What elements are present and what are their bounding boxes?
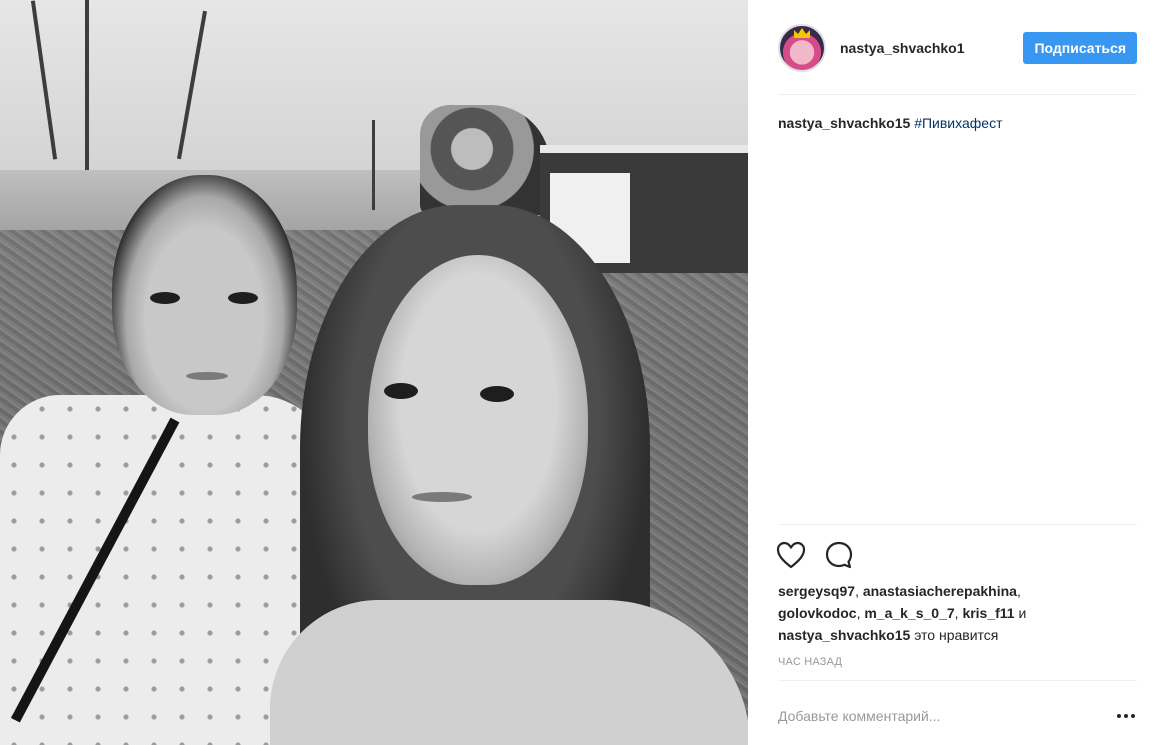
follow-button[interactable]: Подписаться bbox=[1023, 32, 1137, 64]
comment-divider bbox=[778, 680, 1137, 681]
photo-eye bbox=[150, 292, 180, 304]
caption-author[interactable]: nastya_shvachko15 bbox=[778, 115, 910, 131]
actions-divider bbox=[778, 524, 1137, 525]
liker-name[interactable]: golovkodoc bbox=[778, 605, 857, 621]
photo-inflatable-slide bbox=[420, 105, 550, 215]
photo-utility-pole bbox=[372, 120, 375, 210]
likes-separator: , bbox=[856, 605, 861, 621]
post-photo[interactable] bbox=[0, 0, 748, 745]
photo-eye bbox=[384, 383, 418, 399]
heart-icon[interactable] bbox=[776, 541, 806, 569]
likes-separator: , bbox=[855, 583, 859, 599]
likes-text: sergeysq97, anastasiacherepakhina, golov… bbox=[778, 580, 1137, 646]
avatar[interactable] bbox=[778, 24, 826, 72]
post-caption: nastya_shvachko15 #Пивихафест bbox=[778, 114, 1137, 132]
photo-ride-pole bbox=[85, 0, 89, 170]
photo-mouth bbox=[186, 372, 228, 380]
liker-name[interactable]: anastasiacherepakhina bbox=[863, 583, 1017, 599]
comment-input[interactable] bbox=[778, 708, 1115, 724]
author-username[interactable]: nastya_shvachko1 bbox=[840, 40, 1023, 56]
photo-eye bbox=[480, 386, 514, 402]
liker-name[interactable]: m_a_k_s_0_7 bbox=[864, 605, 954, 621]
photo-mouth bbox=[412, 492, 472, 502]
post-actions bbox=[776, 538, 854, 572]
post-timestamp[interactable]: Час назад bbox=[778, 656, 842, 668]
comment-icon[interactable] bbox=[824, 540, 854, 570]
photo-person-right-shoulder bbox=[270, 600, 748, 745]
comment-box bbox=[778, 696, 1137, 736]
post-header: nastya_shvachko1 Подписаться bbox=[778, 18, 1137, 95]
liker-name[interactable]: kris_f11 bbox=[962, 605, 1014, 621]
liker-name[interactable]: sergeysq97 bbox=[778, 583, 855, 599]
liker-name[interactable]: nastya_shvachko15 bbox=[778, 627, 910, 643]
more-icon[interactable] bbox=[1115, 705, 1137, 727]
likes-separator: , bbox=[1016, 583, 1021, 599]
likes-separator: , bbox=[954, 605, 959, 621]
likes-suffix: это нравится bbox=[914, 627, 999, 643]
post-side-panel: nastya_shvachko1 Подписаться nastya_shva… bbox=[748, 0, 1166, 745]
photo-eye bbox=[228, 292, 258, 304]
photo-person-right-face bbox=[368, 255, 588, 585]
instagram-post: nastya_shvachko1 Подписаться nastya_shva… bbox=[0, 0, 1166, 745]
caption-hashtag[interactable]: #Пивихафест bbox=[914, 115, 1002, 131]
likes-and: и bbox=[1018, 605, 1027, 621]
